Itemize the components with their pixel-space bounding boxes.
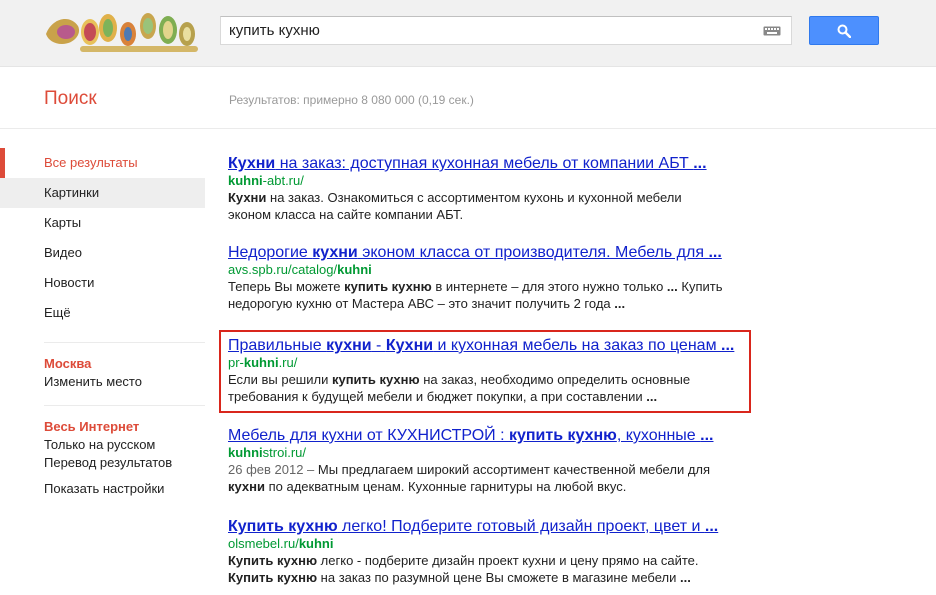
result-url: kuhnistroi.ru/	[228, 445, 307, 460]
nav-item-maps[interactable]: Карты	[0, 208, 205, 238]
location-title: Москва	[44, 356, 92, 371]
snippet-line: недорогую кухню от Мастера АВС – это зна…	[228, 296, 626, 311]
left-nav: Все результаты Картинки Карты Видео Ново…	[0, 148, 205, 498]
result-title-link[interactable]: Кухни на заказ: доступная кухонная мебел…	[228, 154, 748, 173]
snippet-line: Купить кухню на заказ по разумной цене В…	[228, 570, 691, 585]
nav-divider	[44, 405, 205, 406]
result-item: Купить кухню легко! Подберите готовый ди…	[228, 517, 748, 586]
result-date: 26 фев 2012 –	[228, 462, 318, 477]
result-item: Мебель для кухни от КУХНИСТРОЙ : купить …	[228, 426, 748, 495]
nav-item-more[interactable]: Ещё	[0, 298, 205, 328]
russian-only-link[interactable]: Только на русском	[0, 436, 205, 454]
result-item: Недорогие кухни эконом класса от произво…	[228, 243, 748, 312]
doodle-logo[interactable]	[44, 4, 202, 60]
faberge-eggs-logo-icon	[46, 13, 198, 52]
snippet-line: эконом класса на сайте компании АБТ.	[228, 207, 464, 222]
result-title-link[interactable]: Купить кухню легко! Подберите готовый ди…	[228, 517, 748, 536]
search-box[interactable]	[220, 16, 792, 45]
result-snippet: 26 фев 2012 – Мы предлагаем широкий ассо…	[228, 461, 748, 495]
nav-divider	[44, 342, 205, 343]
change-location-link[interactable]: Изменить место	[0, 373, 205, 391]
snippet-line: 26 фев 2012 – Мы предлагаем широкий ассо…	[228, 461, 748, 478]
snippet-line: Теперь Вы можете купить кухню в интернет…	[228, 279, 723, 294]
result-url: olsmebel.ru/kuhni	[228, 536, 334, 551]
result-title-link[interactable]: Недорогие кухни эконом класса от произво…	[228, 243, 748, 262]
search-button[interactable]	[809, 16, 879, 45]
web-scope-title: Весь Интернет	[44, 419, 140, 434]
nav-item-video[interactable]: Видео	[0, 238, 205, 268]
nav-item-images[interactable]: Картинки	[0, 178, 205, 208]
result-snippet: Кухни на заказ. Ознакомиться с ассортиме…	[228, 189, 748, 223]
result-item: Кухни на заказ: доступная кухонная мебел…	[228, 154, 748, 223]
nav-item-all-results[interactable]: Все результаты	[0, 148, 205, 178]
show-options-link[interactable]: Показать настройки	[0, 480, 205, 498]
keyboard-icon[interactable]	[763, 26, 781, 36]
translate-results-link[interactable]: Перевод результатов	[0, 454, 205, 472]
top-bar	[0, 0, 936, 67]
snippet-line: Кухни на заказ. Ознакомиться с ассортиме…	[228, 190, 682, 205]
result-snippet: Купить кухню легко - подберите дизайн пр…	[228, 552, 748, 586]
highlight-box	[219, 330, 751, 413]
snippet-line: кухни по адекватным ценам. Кухонные гарн…	[228, 479, 627, 494]
result-stats: Результатов: примерно 8 080 000 (0,19 се…	[229, 93, 474, 107]
nav-item-news[interactable]: Новости	[0, 268, 205, 298]
result-url: kuhni-abt.ru/	[228, 173, 304, 188]
magnifier-icon	[837, 24, 851, 38]
snippet-line: Купить кухню легко - подберите дизайн пр…	[228, 553, 699, 568]
page-title: Поиск	[44, 88, 97, 109]
sub-header: Поиск Результатов: примерно 8 080 000 (0…	[0, 67, 936, 129]
result-url: avs.spb.ru/catalog/kuhni	[228, 262, 372, 277]
snippet-text: Мы предлагаем широкий ассортимент качест…	[317, 462, 711, 477]
search-input[interactable]	[229, 17, 749, 44]
result-snippet: Теперь Вы можете купить кухню в интернет…	[228, 278, 748, 312]
result-title-link[interactable]: Мебель для кухни от КУХНИСТРОЙ : купить …	[228, 426, 748, 445]
